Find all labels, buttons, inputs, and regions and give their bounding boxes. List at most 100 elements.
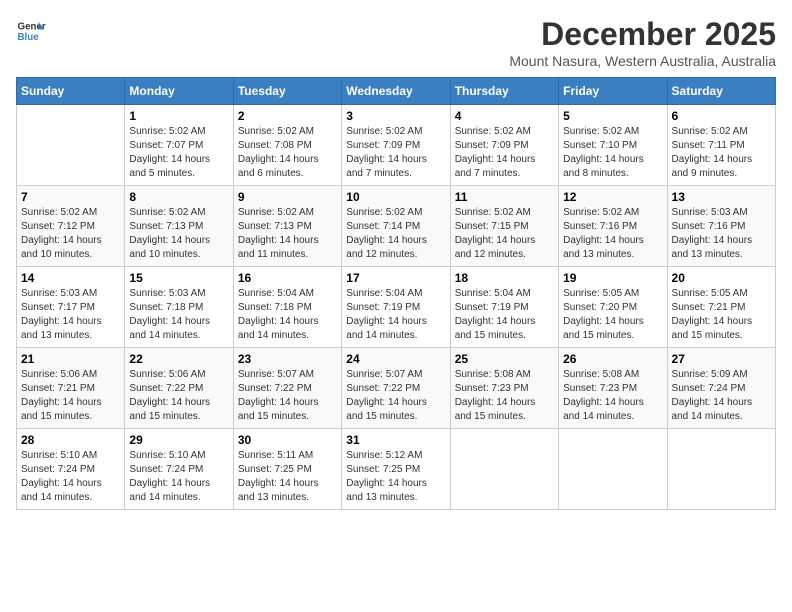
day-number: 17 — [346, 271, 445, 285]
calendar-day-cell: 28 Sunrise: 5:10 AM Sunset: 7:24 PM Dayli… — [17, 429, 125, 510]
day-number: 4 — [455, 109, 554, 123]
day-info: Sunrise: 5:02 AM Sunset: 7:08 PM Dayligh… — [238, 125, 337, 181]
day-info: Sunrise: 5:05 AM Sunset: 7:21 PM Dayligh… — [672, 287, 771, 343]
day-info: Sunrise: 5:02 AM Sunset: 7:12 PM Dayligh… — [21, 206, 120, 262]
calendar-day-cell: 24Sunrise: 5:07 AM Sunset: 7:22 PM Dayli… — [342, 348, 450, 429]
day-info: Sunrise: 5:08 AM Sunset: 7:23 PM Dayligh… — [563, 368, 662, 424]
calendar-day-cell: 3Sunrise: 5:02 AM Sunset: 7:09 PM Daylig… — [342, 105, 450, 186]
logo: General Blue — [16, 16, 46, 46]
calendar-header-cell: Sunday — [17, 78, 125, 105]
calendar-week-row: 14 Sunrise: 5:03 AM Sunset: 7:17 PM Dayli… — [17, 267, 776, 348]
day-info: Sunrise: 5:07 AM Sunset: 7:22 PM Dayligh… — [346, 368, 445, 424]
calendar-day-cell: 12 Sunrise: 5:02 AM Sunset: 7:16 PM Dayli… — [559, 186, 667, 267]
day-number: 7 — [21, 190, 120, 204]
calendar-day-cell: 17 Sunrise: 5:04 AM Sunset: 7:19 PM Dayli… — [342, 267, 450, 348]
day-number: 19 — [563, 271, 662, 285]
calendar-week-row: 21Sunrise: 5:06 AM Sunset: 7:21 PM Dayli… — [17, 348, 776, 429]
calendar-day-cell — [667, 429, 775, 510]
day-number: 25 — [455, 352, 554, 366]
day-number: 27 — [672, 352, 771, 366]
day-info: Sunrise: 5:11 AM Sunset: 7:25 PM Dayligh… — [238, 449, 337, 505]
calendar-week-row: 1 Sunrise: 5:02 AM Sunset: 7:07 PM Daylig… — [17, 105, 776, 186]
day-info: Sunrise: 5:02 AM Sunset: 7:14 PM Dayligh… — [346, 206, 445, 262]
day-info: Sunrise: 5:04 AM Sunset: 7:19 PM Dayligh… — [346, 287, 445, 343]
calendar-day-cell: 4 Sunrise: 5:02 AM Sunset: 7:09 PM Daylig… — [450, 105, 558, 186]
day-number: 20 — [672, 271, 771, 285]
day-number: 29 — [129, 433, 228, 447]
calendar-day-cell: 25Sunrise: 5:08 AM Sunset: 7:23 PM Dayli… — [450, 348, 558, 429]
calendar-day-cell: 13 Sunrise: 5:03 AM Sunset: 7:16 PM Dayli… — [667, 186, 775, 267]
day-info: Sunrise: 5:02 AM Sunset: 7:09 PM Dayligh… — [455, 125, 554, 181]
day-info: Sunrise: 5:02 AM Sunset: 7:09 PM Dayligh… — [346, 125, 445, 181]
day-info: Sunrise: 5:02 AM Sunset: 7:15 PM Dayligh… — [455, 206, 554, 262]
calendar-day-cell: 14 Sunrise: 5:03 AM Sunset: 7:17 PM Dayli… — [17, 267, 125, 348]
calendar-header-cell: Thursday — [450, 78, 558, 105]
calendar-day-cell: 31 Sunrise: 5:12 AM Sunset: 7:25 PM Dayli… — [342, 429, 450, 510]
day-number: 10 — [346, 190, 445, 204]
day-number: 9 — [238, 190, 337, 204]
calendar-day-cell: 26 Sunrise: 5:08 AM Sunset: 7:23 PM Dayli… — [559, 348, 667, 429]
calendar-day-cell: 8Sunrise: 5:02 AM Sunset: 7:13 PM Daylig… — [125, 186, 233, 267]
calendar-day-cell: 16Sunrise: 5:04 AM Sunset: 7:18 PM Dayli… — [233, 267, 341, 348]
calendar-body: 1 Sunrise: 5:02 AM Sunset: 7:07 PM Daylig… — [17, 105, 776, 510]
calendar-day-cell — [17, 105, 125, 186]
day-number: 13 — [672, 190, 771, 204]
day-info: Sunrise: 5:10 AM Sunset: 7:24 PM Dayligh… — [129, 449, 228, 505]
calendar-day-cell: 11Sunrise: 5:02 AM Sunset: 7:15 PM Dayli… — [450, 186, 558, 267]
calendar-day-cell: 19 Sunrise: 5:05 AM Sunset: 7:20 PM Dayli… — [559, 267, 667, 348]
day-number: 15 — [129, 271, 228, 285]
calendar-day-cell: 2 Sunrise: 5:02 AM Sunset: 7:08 PM Daylig… — [233, 105, 341, 186]
calendar-week-row: 28 Sunrise: 5:10 AM Sunset: 7:24 PM Dayli… — [17, 429, 776, 510]
day-number: 8 — [129, 190, 228, 204]
location-subtitle: Mount Nasura, Western Australia, Austral… — [509, 53, 776, 69]
calendar-header-cell: Saturday — [667, 78, 775, 105]
calendar-day-cell: 18Sunrise: 5:04 AM Sunset: 7:19 PM Dayli… — [450, 267, 558, 348]
calendar-day-cell: 23 Sunrise: 5:07 AM Sunset: 7:22 PM Dayli… — [233, 348, 341, 429]
day-number: 1 — [129, 109, 228, 123]
calendar-day-cell: 7 Sunrise: 5:02 AM Sunset: 7:12 PM Daylig… — [17, 186, 125, 267]
day-info: Sunrise: 5:12 AM Sunset: 7:25 PM Dayligh… — [346, 449, 445, 505]
calendar-day-cell: 30Sunrise: 5:11 AM Sunset: 7:25 PM Dayli… — [233, 429, 341, 510]
calendar-day-cell: 29 Sunrise: 5:10 AM Sunset: 7:24 PM Dayli… — [125, 429, 233, 510]
day-info: Sunrise: 5:02 AM Sunset: 7:13 PM Dayligh… — [238, 206, 337, 262]
day-info: Sunrise: 5:02 AM Sunset: 7:07 PM Dayligh… — [129, 125, 228, 181]
calendar-header-cell: Tuesday — [233, 78, 341, 105]
day-info: Sunrise: 5:07 AM Sunset: 7:22 PM Dayligh… — [238, 368, 337, 424]
calendar-header-row: SundayMondayTuesdayWednesdayThursdayFrid… — [17, 78, 776, 105]
calendar-day-cell: 6Sunrise: 5:02 AM Sunset: 7:11 PM Daylig… — [667, 105, 775, 186]
day-number: 31 — [346, 433, 445, 447]
day-number: 22 — [129, 352, 228, 366]
day-number: 12 — [563, 190, 662, 204]
calendar-day-cell — [450, 429, 558, 510]
day-info: Sunrise: 5:03 AM Sunset: 7:16 PM Dayligh… — [672, 206, 771, 262]
day-number: 2 — [238, 109, 337, 123]
calendar-day-cell: 22Sunrise: 5:06 AM Sunset: 7:22 PM Dayli… — [125, 348, 233, 429]
day-number: 21 — [21, 352, 120, 366]
calendar-table: SundayMondayTuesdayWednesdayThursdayFrid… — [16, 77, 776, 510]
day-info: Sunrise: 5:10 AM Sunset: 7:24 PM Dayligh… — [21, 449, 120, 505]
day-number: 14 — [21, 271, 120, 285]
day-info: Sunrise: 5:03 AM Sunset: 7:17 PM Dayligh… — [21, 287, 120, 343]
calendar-day-cell: 10 Sunrise: 5:02 AM Sunset: 7:14 PM Dayli… — [342, 186, 450, 267]
day-info: Sunrise: 5:05 AM Sunset: 7:20 PM Dayligh… — [563, 287, 662, 343]
calendar-day-cell: 15 Sunrise: 5:03 AM Sunset: 7:18 PM Dayli… — [125, 267, 233, 348]
day-info: Sunrise: 5:04 AM Sunset: 7:18 PM Dayligh… — [238, 287, 337, 343]
day-info: Sunrise: 5:03 AM Sunset: 7:18 PM Dayligh… — [129, 287, 228, 343]
day-number: 5 — [563, 109, 662, 123]
day-info: Sunrise: 5:02 AM Sunset: 7:16 PM Dayligh… — [563, 206, 662, 262]
day-number: 6 — [672, 109, 771, 123]
day-number: 23 — [238, 352, 337, 366]
day-info: Sunrise: 5:02 AM Sunset: 7:10 PM Dayligh… — [563, 125, 662, 181]
calendar-day-cell: 9 Sunrise: 5:02 AM Sunset: 7:13 PM Daylig… — [233, 186, 341, 267]
calendar-week-row: 7 Sunrise: 5:02 AM Sunset: 7:12 PM Daylig… — [17, 186, 776, 267]
calendar-header-cell: Friday — [559, 78, 667, 105]
day-number: 28 — [21, 433, 120, 447]
calendar-day-cell: 21Sunrise: 5:06 AM Sunset: 7:21 PM Dayli… — [17, 348, 125, 429]
calendar-day-cell: 27Sunrise: 5:09 AM Sunset: 7:24 PM Dayli… — [667, 348, 775, 429]
calendar-day-cell: 1 Sunrise: 5:02 AM Sunset: 7:07 PM Daylig… — [125, 105, 233, 186]
calendar-header-cell: Monday — [125, 78, 233, 105]
day-number: 26 — [563, 352, 662, 366]
page-header: General Blue December 2025 Mount Nasura,… — [16, 16, 776, 69]
calendar-header-cell: Wednesday — [342, 78, 450, 105]
calendar-day-cell: 20 Sunrise: 5:05 AM Sunset: 7:21 PM Dayli… — [667, 267, 775, 348]
